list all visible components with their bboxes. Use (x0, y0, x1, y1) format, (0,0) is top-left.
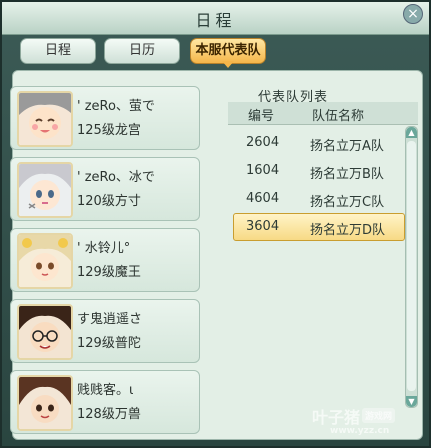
tab-calendar[interactable]: 日历 (104, 38, 180, 64)
watermark-tag: 游戏网 (362, 408, 396, 423)
member-card[interactable]: ' zeRo、萤で 125级龙宫 (10, 86, 200, 150)
team-row[interactable]: 2604 扬名立万A队 (228, 130, 404, 156)
member-level: 125级龙宫 (77, 123, 141, 138)
team-name: 扬名立万C队 (310, 195, 385, 210)
team-row[interactable]: 4604 扬名立万C队 (228, 186, 404, 212)
member-card[interactable]: ' 水铃儿° 129级魔王 (10, 228, 200, 292)
avatar-portrait-icon (19, 377, 71, 429)
title-bar: 日程 × (2, 2, 429, 35)
scroll-up-button[interactable]: ▲ (406, 127, 417, 138)
avatar (17, 91, 73, 147)
watermark-logo: 叶子猪 游戏网 www.yzz.cn (312, 402, 422, 442)
member-level: 120级方寸 (77, 194, 141, 209)
window-title: 日程 (195, 11, 236, 30)
team-id: 3604 (246, 219, 280, 234)
watermark-url: www.yzz.cn (330, 426, 390, 436)
team-id: 4604 (246, 191, 280, 206)
team-list-header: 编号 队伍名称 (228, 102, 418, 125)
team-list-scrollbar[interactable]: ▲ ▼ (405, 126, 418, 408)
member-name: す鬼逍遥さ (77, 312, 143, 327)
team-name: 扬名立万D队 (310, 223, 386, 238)
column-header-name: 队伍名称 (312, 109, 365, 124)
avatar (17, 162, 73, 218)
avatar (17, 375, 73, 431)
member-card[interactable]: ' zeRo、冰で 120级方寸 (10, 157, 200, 221)
column-header-id: 编号 (248, 109, 275, 124)
team-id: 2604 (246, 135, 280, 150)
avatar (17, 233, 73, 289)
member-level: 128级万兽 (77, 407, 141, 422)
avatar-portrait-icon (19, 306, 71, 358)
active-tab-arrow-icon (222, 61, 234, 68)
close-button[interactable]: × (403, 4, 423, 24)
avatar (17, 304, 73, 360)
scroll-thumb[interactable] (407, 141, 416, 391)
team-row-selected[interactable]: 3604 扬名立万D队 (233, 213, 405, 241)
team-row[interactable]: 1604 扬名立万B队 (228, 158, 404, 184)
tab-schedule[interactable]: 日程 (20, 38, 96, 64)
tab-server-team-label: 本服代表队 (195, 43, 261, 58)
member-name: ' zeRo、冰で (77, 170, 155, 185)
avatar-portrait-icon (19, 164, 71, 216)
member-level: 129级普陀 (77, 336, 141, 351)
tab-server-team[interactable]: 本服代表队 (190, 38, 266, 68)
member-level: 129级魔王 (77, 265, 141, 280)
member-card[interactable]: 贱贱客。ι 128级万兽 (10, 370, 200, 434)
schedule-window: 日程 × 日程 日历 本服代表队 ' zeRo、萤で 125级龙宫 ' zeRo… (0, 0, 431, 448)
member-name: ' 水铃儿° (77, 241, 131, 256)
watermark-main: 叶子猪 (312, 408, 361, 427)
team-name: 扬名立万B队 (310, 167, 384, 182)
team-name: 扬名立万A队 (310, 139, 384, 154)
avatar-portrait-icon (19, 93, 71, 145)
avatar-portrait-icon (19, 235, 71, 287)
team-id: 1604 (246, 163, 280, 178)
member-card[interactable]: す鬼逍遥さ 129级普陀 (10, 299, 200, 363)
member-name: 贱贱客。ι (77, 383, 134, 398)
member-name: ' zeRo、萤で (77, 99, 155, 114)
